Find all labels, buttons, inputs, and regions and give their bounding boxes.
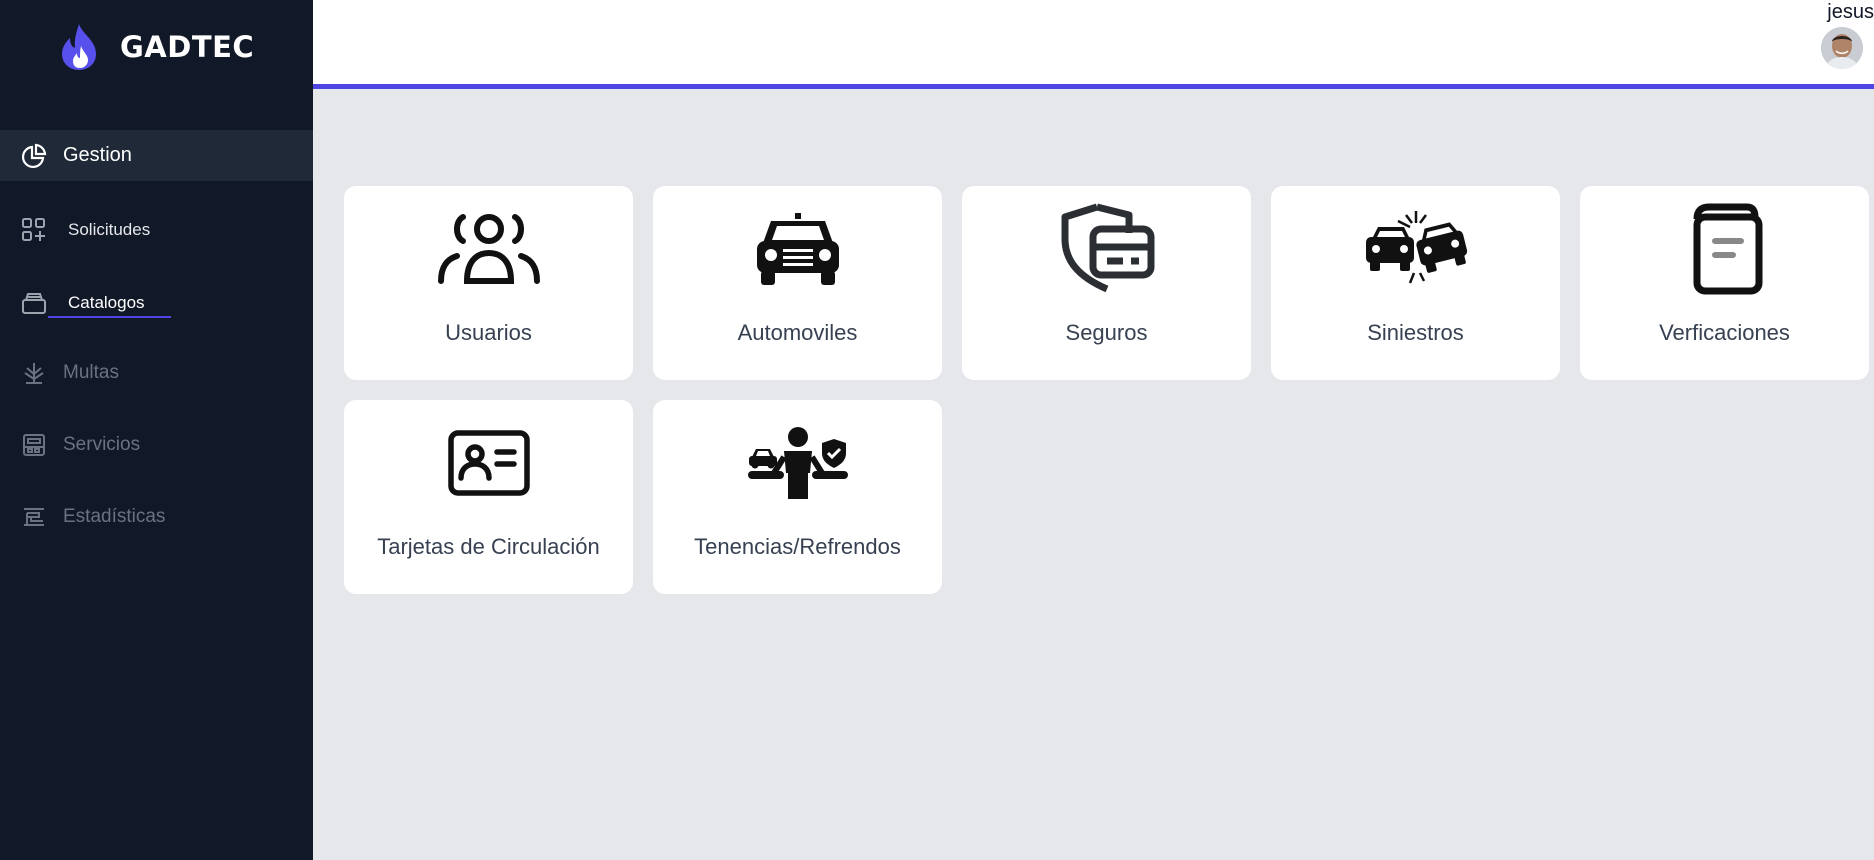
- person-balance-icon: [653, 418, 942, 508]
- sidebar-item-estadisticas[interactable]: Estadísticas: [0, 497, 313, 537]
- catalog-card-tenencias-refrendos[interactable]: Tenencias/Refrendos: [653, 400, 942, 594]
- tree-icon: [20, 359, 48, 387]
- catalog-card-label: Usuarios: [445, 320, 532, 345]
- catalog-card-usuarios[interactable]: Usuarios: [344, 186, 633, 380]
- car-crash-icon: [1271, 204, 1560, 294]
- grid-add-icon: [20, 216, 48, 244]
- car-icon: [653, 204, 942, 294]
- flame-logo-icon: [62, 24, 96, 70]
- active-underline: [48, 316, 171, 318]
- sidebar-item-solicitudes[interactable]: Solicitudes: [0, 210, 313, 250]
- sidebar-item-label: Solicitudes: [68, 220, 151, 239]
- catalog-card-label: Automoviles: [737, 320, 858, 345]
- book-icon: [1580, 203, 1869, 295]
- sidebar-item-gestion[interactable]: Gestion: [0, 130, 313, 181]
- sidebar-item-servicios[interactable]: Servicios: [0, 425, 313, 465]
- sidebar: GADTEC Gestion Solicitudes Catalogos Mul…: [0, 0, 313, 860]
- catalog-card-automoviles[interactable]: Automoviles: [653, 186, 942, 380]
- cash-register-icon: [20, 431, 48, 459]
- sidebar-item-label: Estadísticas: [63, 506, 166, 527]
- insurance-card-icon: [962, 203, 1251, 294]
- pie-chart-icon: [20, 142, 48, 170]
- catalog-card-label: Tenencias/Refrendos: [694, 534, 901, 559]
- catalog-card-label: Verficaciones: [1659, 320, 1790, 345]
- catalog-card-seguros[interactable]: Seguros: [962, 186, 1251, 380]
- id-card-icon: [344, 418, 633, 508]
- sidebar-item-label: Servicios: [63, 434, 141, 455]
- catalog-card-label: Tarjetas de Circulación: [377, 534, 600, 559]
- avatar[interactable]: [1821, 27, 1863, 69]
- sidebar-item-label: Gestion: [63, 144, 132, 166]
- sidebar-item-multas[interactable]: Multas: [0, 353, 313, 393]
- catalog-card-tarjetas-de-circulacion[interactable]: Tarjetas de Circulación: [344, 400, 633, 594]
- catalog-card-label: Seguros: [1065, 320, 1148, 345]
- brand-name: GADTEC: [120, 30, 255, 64]
- sidebar-item-catalogos[interactable]: Catalogos: [0, 283, 313, 323]
- catalog-card-verficaciones[interactable]: Verficaciones: [1580, 186, 1869, 380]
- brand[interactable]: GADTEC: [56, 22, 254, 72]
- top-header: jesus: [313, 0, 1874, 89]
- users-icon: [344, 204, 633, 294]
- sidebar-item-label: Multas: [63, 362, 119, 383]
- sidebar-item-label: Catalogos: [68, 293, 145, 312]
- chart-bars-icon: [20, 503, 48, 531]
- user-name: jesus: [1827, 1, 1874, 23]
- archive-icon: [20, 289, 48, 317]
- catalog-card-label: Siniestros: [1367, 320, 1464, 345]
- catalog-card-siniestros[interactable]: Siniestros: [1271, 186, 1560, 380]
